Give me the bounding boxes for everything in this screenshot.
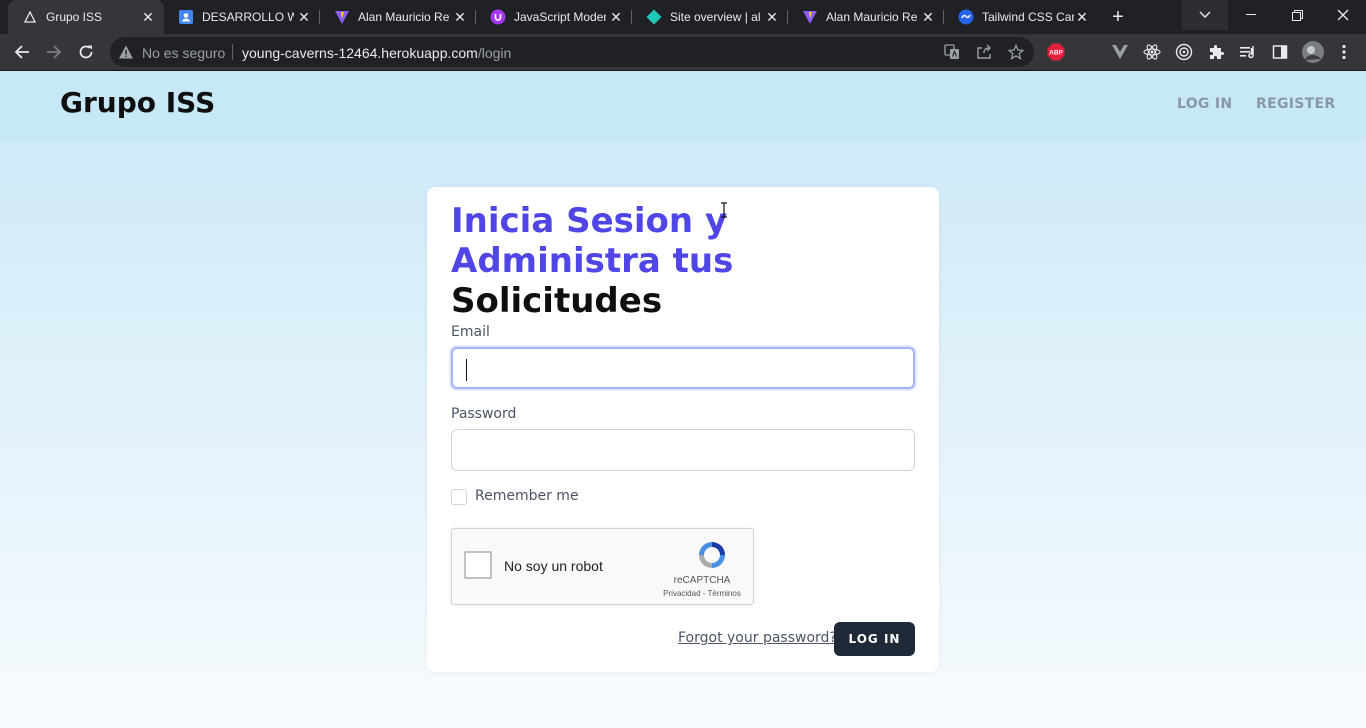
close-tab-icon[interactable]: ✕ (452, 9, 468, 25)
email-label: Email (451, 324, 490, 340)
browser-tab[interactable]: Alan Mauricio Re ✕ (788, 0, 944, 34)
address-bar[interactable]: No es seguro young-caverns-12464.herokua… (110, 37, 1034, 67)
reload-icon (79, 45, 93, 59)
login-card: Inicia Sesion y Administra tus Solicitud… (427, 187, 939, 672)
netlify-icon (646, 9, 662, 25)
vite-icon (802, 9, 818, 25)
back-button[interactable] (10, 40, 34, 64)
restore-icon (1291, 9, 1303, 21)
close-tab-icon[interactable]: ✕ (608, 9, 624, 25)
arrow-right-icon (47, 45, 62, 59)
browser-tab[interactable]: DESARROLLO WE ✕ (164, 0, 320, 34)
nav-login-link[interactable]: LOG IN (1177, 96, 1232, 112)
browser-tab[interactable]: JavaScript Moder ✕ (476, 0, 632, 34)
close-tab-icon[interactable]: ✕ (296, 9, 312, 25)
triangle-icon (22, 9, 38, 25)
chevron-down-icon (1199, 11, 1211, 18)
nav-register-link[interactable]: REGISTER (1256, 96, 1335, 112)
url-host: young-caverns-12464.herokuapp.com (242, 45, 478, 61)
recaptcha-logo-icon (696, 539, 728, 576)
close-window-button[interactable] (1320, 0, 1366, 30)
adblock-label: ABP (1049, 50, 1063, 57)
url-path: /login (477, 45, 512, 61)
udemy-icon (490, 9, 506, 25)
page-viewport: Grupo ISS LOG IN REGISTER Inicia Sesion … (0, 71, 1366, 728)
warning-icon[interactable] (118, 44, 134, 65)
browser-tab[interactable]: Tailwind CSS Card ✕ (944, 0, 1098, 34)
browser-tab[interactable]: Alan Mauricio Re ✕ (320, 0, 476, 34)
side-panel-icon[interactable] (1271, 43, 1289, 61)
close-icon (1337, 9, 1349, 21)
restore-button[interactable] (1274, 0, 1320, 30)
forgot-password-link[interactable]: Forgot your password? (678, 630, 837, 646)
vue-devtools-icon[interactable] (1111, 43, 1129, 61)
tab-title: Grupo ISS (46, 10, 103, 24)
close-tab-icon[interactable]: ✕ (764, 9, 780, 25)
translate-icon[interactable] (944, 44, 960, 65)
remember-me-label[interactable]: Remember me (475, 488, 579, 504)
email-field[interactable] (451, 347, 915, 389)
new-tab-button[interactable]: + (1107, 6, 1129, 28)
recaptcha-checkbox[interactable] (464, 551, 492, 579)
password-label: Password (451, 406, 517, 422)
tab-title: JavaScript Moder (514, 10, 606, 24)
recaptcha-terms-link[interactable]: Privacidad - Términos (652, 589, 752, 598)
vite-icon (334, 9, 350, 25)
tab-search-button[interactable] (1182, 0, 1228, 30)
adblock-icon[interactable]: ABP (1047, 43, 1065, 61)
recaptcha-brand: reCAPTCHA (673, 575, 731, 586)
arrow-left-icon (14, 45, 29, 59)
title-highlight: Inicia Sesion y Administra tus (451, 201, 734, 281)
site-brand[interactable]: Grupo ISS (60, 86, 215, 119)
close-tab-icon[interactable]: ✕ (920, 9, 936, 25)
target-extension-icon[interactable] (1175, 43, 1193, 61)
minimize-icon (1246, 14, 1256, 15)
text-cursor-icon (721, 202, 727, 218)
recaptcha-label: No soy un robot (504, 558, 603, 574)
react-devtools-icon[interactable] (1143, 43, 1161, 61)
star-icon[interactable] (1007, 43, 1025, 65)
tab-title: Alan Mauricio Re (826, 10, 918, 24)
reload-button[interactable] (74, 40, 98, 64)
title-main: Solicitudes (451, 281, 663, 321)
text-caret (466, 359, 467, 381)
media-queue-icon[interactable] (1239, 43, 1257, 61)
password-field[interactable] (451, 429, 915, 471)
page-title: Inicia Sesion y Administra tus Solicitud… (451, 201, 921, 321)
tab-title: Site overview | al (670, 10, 761, 24)
tab-title: Alan Mauricio Re (358, 10, 450, 24)
profile-avatar[interactable] (1302, 41, 1324, 63)
browser-tab-strip: Grupo ISS ✕ DESARROLLO WE ✕ Alan Maurici… (0, 0, 1366, 34)
url-text[interactable]: young-caverns-12464.herokuapp.com/login (242, 45, 511, 61)
login-button[interactable]: LOG IN (834, 622, 915, 656)
contacts-icon (178, 9, 194, 25)
browser-tab[interactable]: Site overview | al ✕ (632, 0, 788, 34)
kebab-menu-icon[interactable] (1335, 43, 1353, 61)
security-label[interactable]: No es seguro (142, 45, 225, 61)
forward-button[interactable] (42, 40, 66, 64)
close-tab-icon[interactable]: ✕ (1074, 9, 1090, 25)
site-header: Grupo ISS LOG IN REGISTER (0, 71, 1366, 139)
share-icon[interactable] (976, 44, 992, 65)
browser-toolbar: No es seguro young-caverns-12464.herokua… (0, 34, 1366, 71)
browser-tab-grupo-iss[interactable]: Grupo ISS ✕ (8, 0, 164, 34)
tab-title: DESARROLLO WE (202, 10, 294, 24)
remember-me-checkbox[interactable] (451, 489, 467, 505)
recaptcha-widget: No soy un robot reCAPTCHA Privacidad - T… (451, 528, 754, 605)
tab-title: Tailwind CSS Card (982, 10, 1074, 24)
close-tab-icon[interactable]: ✕ (140, 9, 156, 25)
minimize-button[interactable] (1228, 0, 1274, 30)
extensions-puzzle-icon[interactable] (1207, 43, 1225, 61)
tailwind-icon (958, 9, 974, 25)
